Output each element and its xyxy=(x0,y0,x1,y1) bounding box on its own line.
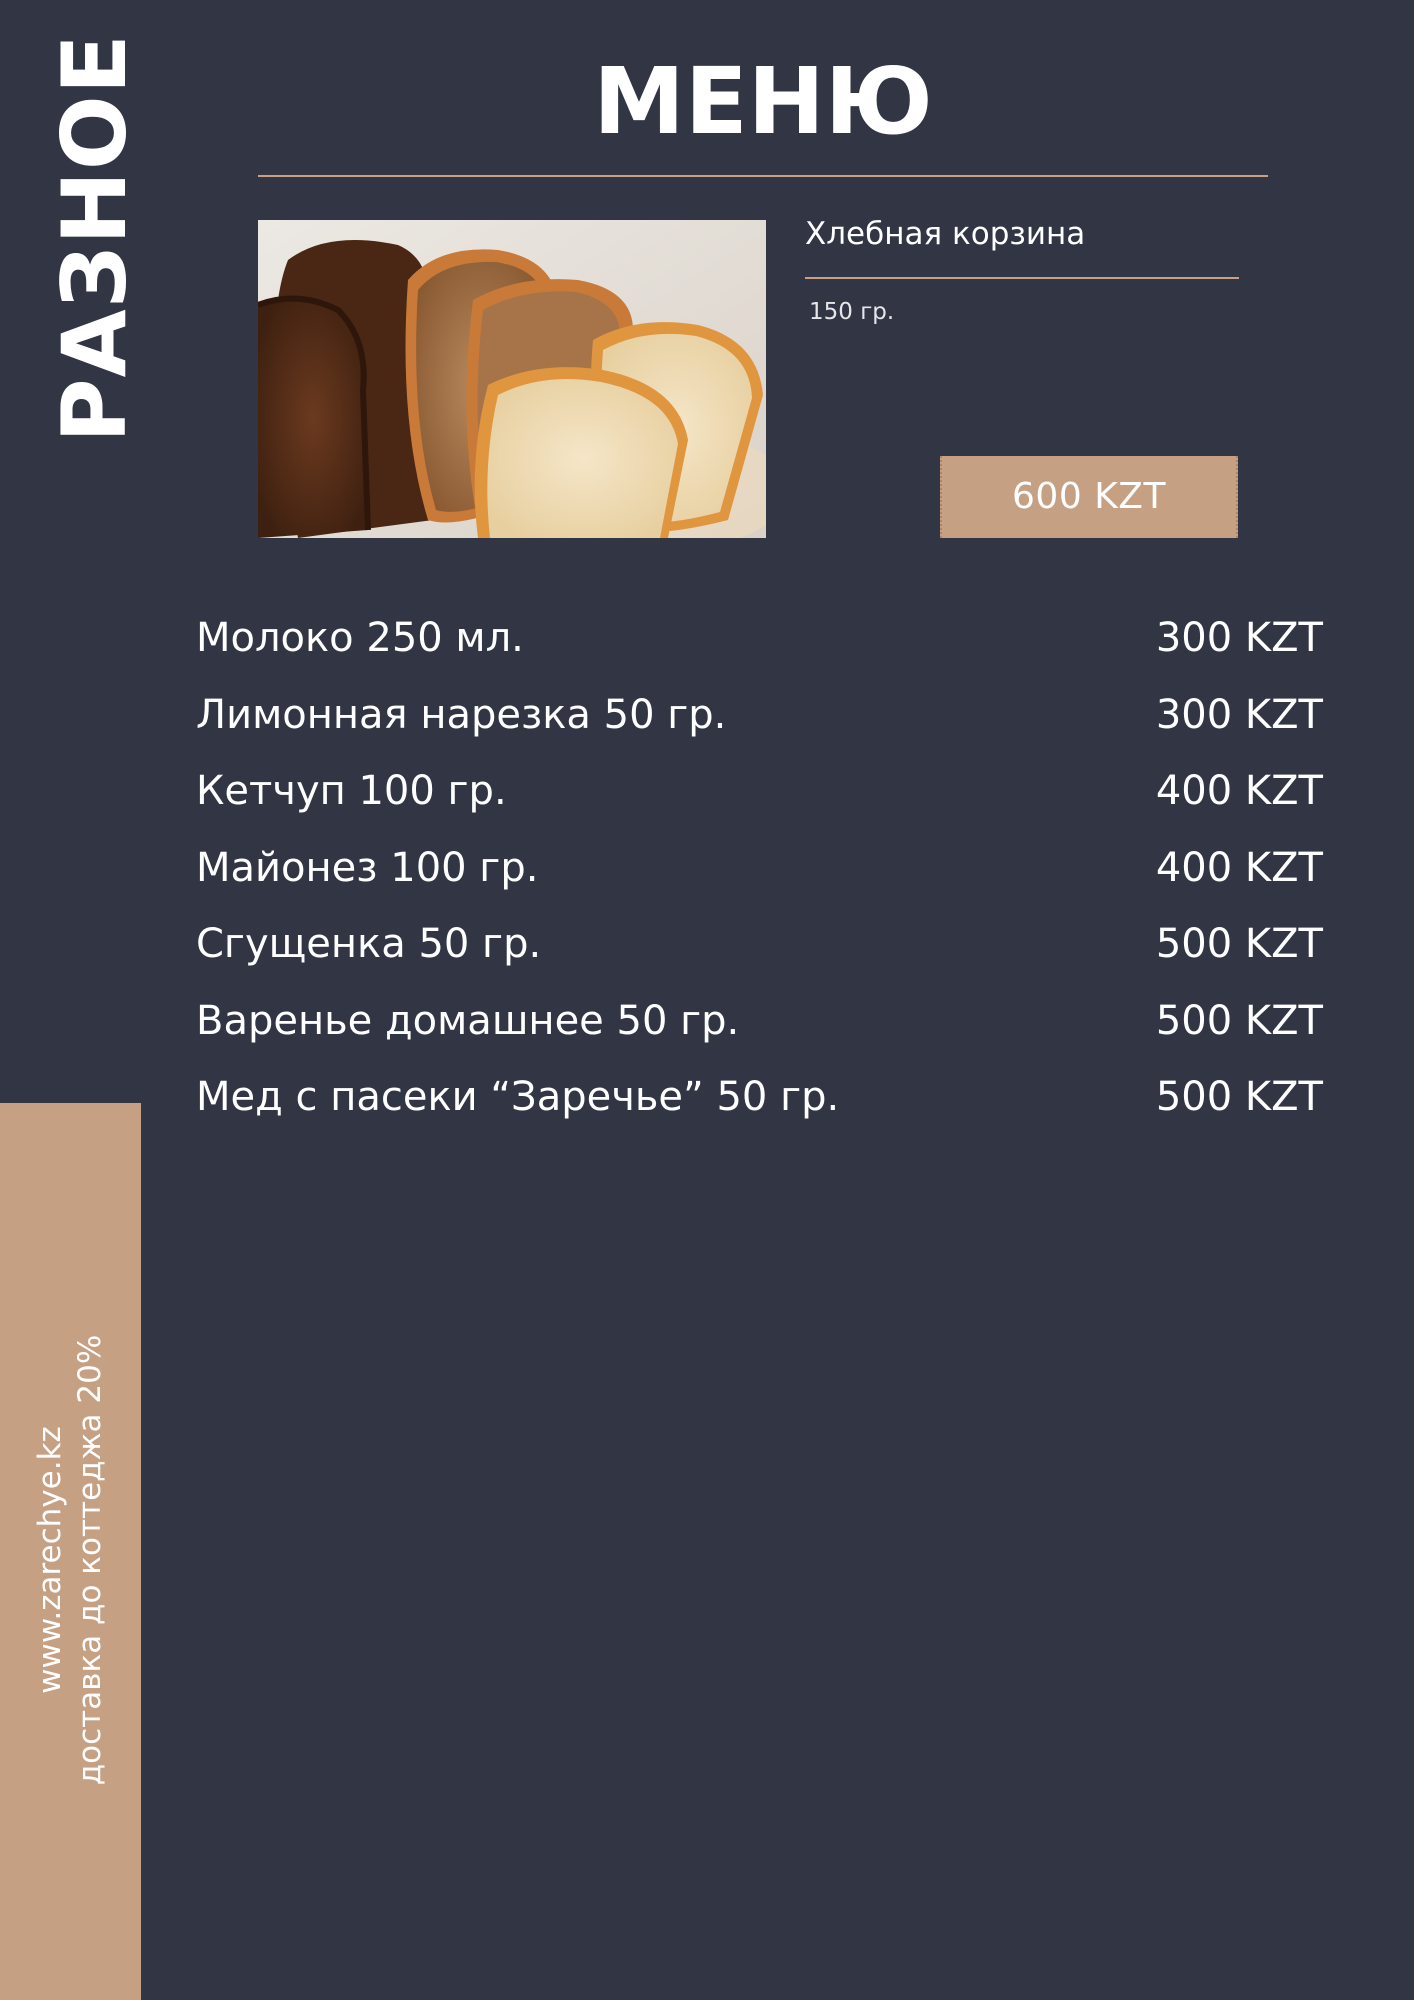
bread-basket-photo xyxy=(258,220,766,538)
menu-item-name: Лимонная нарезка 50 гр. xyxy=(196,691,727,738)
menu-item: Лимонная нарезка 50 гр. 300 KZT xyxy=(196,677,1323,754)
menu-item-name: Варенье домашнее 50 гр. xyxy=(196,997,740,1044)
menu-item-name: Майонез 100 гр. xyxy=(196,844,539,891)
menu-item: Молоко 250 мл. 300 KZT xyxy=(196,600,1323,677)
menu-item-name: Мед с пасеки “Заречье” 50 гр. xyxy=(196,1074,840,1121)
footer-text: www.zarechye.kz доставка до коттеджа 20% xyxy=(30,1335,110,1786)
menu-item-price: 500 KZT xyxy=(1155,997,1323,1044)
featured-price-tag: 600 KZT xyxy=(940,456,1238,538)
footer-delivery: доставка до коттеджа 20% xyxy=(72,1334,108,1786)
menu-item-price: 500 KZT xyxy=(1155,1074,1323,1121)
menu-item-price: 300 KZT xyxy=(1155,691,1323,738)
section-title-container: РАЗНОЕ xyxy=(43,33,146,443)
title-divider xyxy=(258,175,1268,177)
menu-item: Мед с пасеки “Заречье” 50 гр. 500 KZT xyxy=(196,1059,1323,1136)
menu-item-price: 300 KZT xyxy=(1155,615,1323,662)
menu-item: Сгущенка 50 гр. 500 KZT xyxy=(196,906,1323,983)
menu-title: МЕНЮ xyxy=(593,48,933,155)
featured-divider xyxy=(805,277,1239,279)
menu-item: Кетчуп 100 гр. 400 KZT xyxy=(196,753,1323,830)
menu-item-price: 400 KZT xyxy=(1155,844,1323,891)
menu-item: Майонез 100 гр. 400 KZT xyxy=(196,830,1323,907)
footer-website: www.zarechye.kz xyxy=(32,1426,68,1694)
featured-item-name: Хлебная корзина xyxy=(805,216,1086,252)
featured-item-weight: 150 гр. xyxy=(809,299,895,325)
menu-item: Варенье домашнее 50 гр. 500 KZT xyxy=(196,983,1323,1060)
menu-item-price: 500 KZT xyxy=(1155,921,1323,968)
menu-item-price: 400 KZT xyxy=(1155,768,1323,815)
section-title: РАЗНОЕ xyxy=(43,33,146,443)
menu-items-list: Молоко 250 мл. 300 KZT Лимонная нарезка … xyxy=(196,600,1323,1136)
menu-item-name: Кетчуп 100 гр. xyxy=(196,768,507,815)
menu-item-name: Сгущенка 50 гр. xyxy=(196,921,542,968)
menu-item-name: Молоко 250 мл. xyxy=(196,615,524,662)
